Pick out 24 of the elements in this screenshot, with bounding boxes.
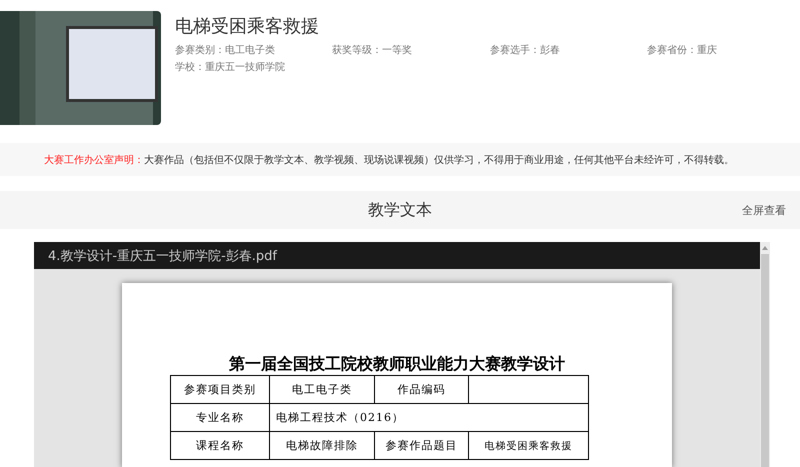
pdf-filename: 4.教学设计-重庆五一技师学院-彭春.pdf — [34, 242, 760, 269]
meta-text: 参赛类别：电工电子类 — [175, 44, 276, 57]
meta-text: 获奖等级：一等奖 — [332, 44, 413, 57]
meta-text: 参赛选手：彭春 — [490, 44, 561, 57]
table-cell: 电工电子类 — [270, 376, 374, 404]
table-cell: 参赛作品题目 — [374, 432, 468, 460]
document-heading: 第一届全国技工院校教师职业能力大赛教学设计 — [229, 353, 565, 375]
table-cell: 电梯故障排除 — [270, 432, 374, 460]
disclaimer-text: 大赛工作办公室声明：大赛作品（包括但不仅限于教学文本、教学视频、现场说课视频）仅供学习，不得用于商业用途，任何其他平台未经许可，不得转载。 — [44, 154, 734, 166]
section-title: 教学文本 — [368, 200, 432, 220]
table-cell: 专业名称 — [170, 404, 270, 432]
video-thumbnail[interactable] — [0, 11, 161, 125]
fullscreen-link[interactable]: 全屏查看 — [742, 203, 786, 218]
table-cell: 电梯受困乘客救援 — [468, 432, 588, 460]
table-cell: 参赛项目类别 — [170, 376, 270, 404]
meta-text: 参赛省份：重庆 — [647, 44, 718, 57]
work-title: 电梯受困乘客救援 — [175, 16, 320, 38]
scrollbar[interactable] — [760, 242, 770, 467]
scroll-thumb[interactable] — [761, 254, 769, 467]
table-cell: 电梯工程技术（0216） — [270, 404, 588, 432]
scroll-up-icon[interactable] — [762, 246, 768, 250]
table-cell: 作品编码 — [374, 376, 468, 404]
table-cell: 课程名称 — [170, 432, 270, 460]
school-text: 学校：重庆五一技师学院 — [175, 60, 286, 74]
